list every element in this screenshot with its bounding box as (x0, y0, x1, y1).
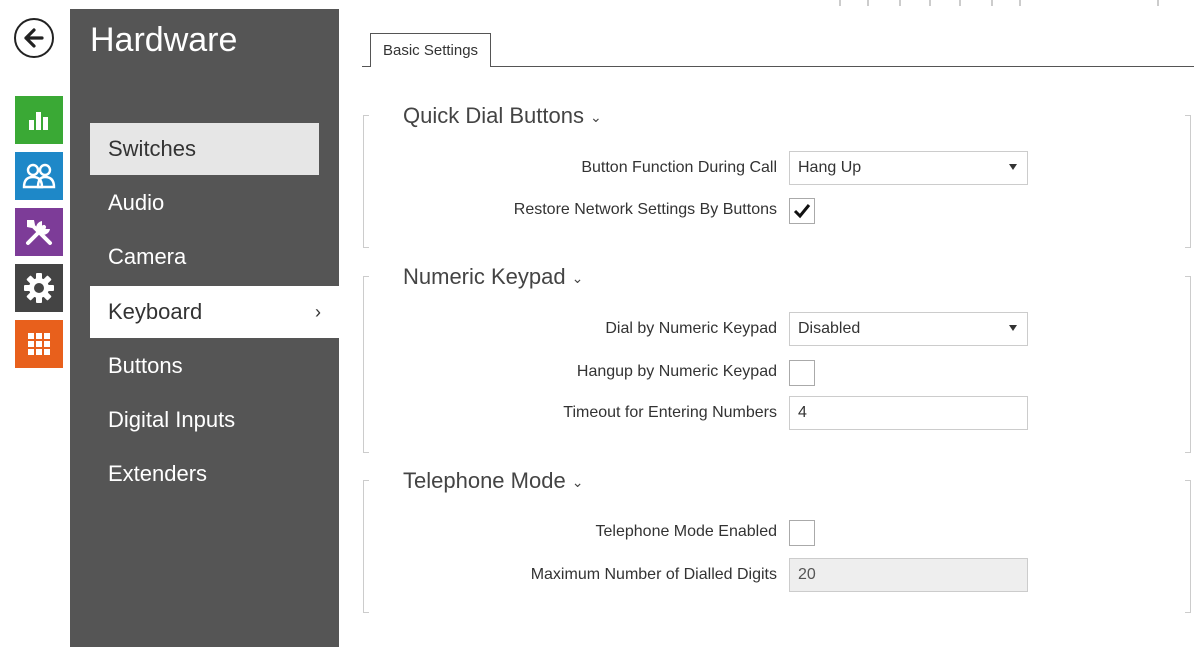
field-label: Hangup by Numeric Keypad (576, 363, 777, 380)
section-telephone-mode: Telephone Mode ⌄ Telephone Mode Enabled M… (363, 468, 1191, 613)
max-digits-input[interactable]: 20 (789, 558, 1028, 592)
section-numeric-keypad: Numeric Keypad ⌄ Dial by Numeric Keypad D… (363, 264, 1191, 453)
input-value: 20 (798, 566, 816, 583)
menu-title: Hardware (90, 21, 238, 59)
dropdown-arrow-icon (1009, 164, 1017, 170)
gear-icon (24, 273, 54, 303)
menu-item-camera[interactable]: Camera (90, 231, 319, 283)
menu-item-digital-inputs[interactable]: Digital Inputs (90, 394, 319, 446)
row-max-digits: Maximum Number of Dialled Digits 20 (363, 558, 1191, 592)
button-function-select[interactable]: Hang Up (789, 151, 1028, 185)
back-button[interactable] (14, 18, 54, 58)
settings-gear-icon[interactable] (15, 264, 63, 312)
chevron-right-icon: › (315, 301, 321, 322)
checkmark-icon (793, 204, 811, 219)
row-dial-numeric: Dial by Numeric Keypad Disabled (363, 312, 1191, 346)
row-restore-network: Restore Network Settings By Buttons (363, 193, 1191, 227)
people-icon (22, 163, 56, 189)
chevron-down-icon: ⌄ (571, 473, 584, 490)
chevron-down-icon: ⌄ (589, 108, 602, 125)
dial-numeric-select[interactable]: Disabled (789, 312, 1028, 346)
row-hangup-numeric: Hangup by Numeric Keypad (363, 355, 1191, 389)
menu-item-label: Extenders (108, 461, 208, 486)
field-label: Maximum Number of Dialled Digits (530, 566, 777, 583)
section-title: Quick Dial Buttons (403, 103, 584, 128)
grid-icon (28, 333, 50, 355)
menu-item-extenders[interactable]: Extenders (90, 448, 319, 500)
back-arrow-icon (24, 28, 44, 48)
menu-item-label: Digital Inputs (108, 407, 236, 432)
menu-item-label: Keyboard (108, 299, 203, 324)
status-icon[interactable] (15, 96, 63, 144)
icon-rail (0, 0, 70, 647)
section-quick-dial-buttons: Quick Dial Buttons ⌄ Button Function Duri… (363, 103, 1191, 248)
dropdown-arrow-icon (1009, 325, 1017, 331)
input-value: 4 (798, 404, 807, 421)
row-telephone-enabled: Telephone Mode Enabled (363, 515, 1191, 549)
section-title: Numeric Keypad (403, 264, 566, 289)
restore-network-checkbox[interactable] (789, 198, 815, 224)
field-label: Button Function During Call (581, 159, 777, 176)
field-label: Dial by Numeric Keypad (605, 320, 777, 337)
menu-item-audio[interactable]: Audio (90, 177, 319, 229)
menu-item-keyboard[interactable]: Keyboard › (90, 286, 339, 338)
section-header-telephone-mode[interactable]: Telephone Mode ⌄ (403, 468, 583, 494)
section-header-numeric-keypad[interactable]: Numeric Keypad ⌄ (403, 264, 583, 290)
select-value: Hang Up (798, 159, 862, 176)
bar-chart-icon (29, 112, 48, 130)
section-header-quick-dial[interactable]: Quick Dial Buttons ⌄ (403, 103, 602, 129)
top-edge-fragment (839, 0, 1159, 6)
menu-item-switches[interactable]: Switches (90, 123, 319, 175)
field-label: Restore Network Settings By Buttons (513, 201, 777, 218)
hardware-menu: Hardware Switches Audio Camera Keyboard … (70, 9, 339, 647)
menu-item-label: Audio (108, 190, 165, 215)
field-label: Telephone Mode Enabled (595, 523, 777, 540)
row-button-function: Button Function During Call Hang Up (363, 151, 1191, 185)
section-title: Telephone Mode (403, 468, 566, 493)
select-value: Disabled (798, 320, 861, 337)
telephone-mode-checkbox[interactable] (789, 520, 815, 546)
tab-basic-settings[interactable]: Basic Settings (370, 33, 492, 67)
menu-item-label: Switches (108, 136, 197, 161)
menu-item-buttons[interactable]: Buttons (90, 340, 319, 392)
tools-icon (26, 220, 52, 245)
hardware-tools-icon[interactable] (15, 208, 63, 256)
field-label: Timeout for Entering Numbers (563, 404, 777, 421)
users-icon[interactable] (15, 152, 63, 200)
timeout-input[interactable]: 4 (789, 396, 1028, 430)
services-grid-icon[interactable] (15, 320, 63, 368)
menu-item-label: Buttons (108, 353, 183, 378)
menu-item-label: Camera (108, 244, 187, 269)
chevron-down-icon: ⌄ (571, 269, 584, 286)
hangup-numeric-checkbox[interactable] (789, 360, 815, 386)
row-timeout: Timeout for Entering Numbers 4 (363, 396, 1191, 430)
tab-label: Basic Settings (383, 42, 479, 59)
